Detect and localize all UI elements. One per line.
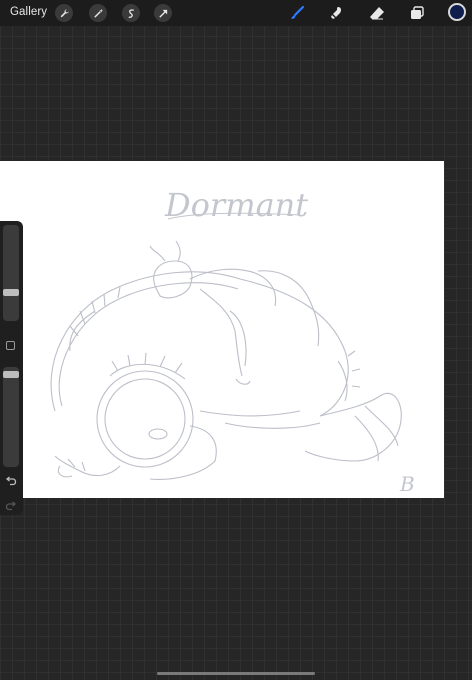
actions-button[interactable] [55,4,73,22]
gallery-button[interactable]: Gallery [10,6,47,18]
smudge-button[interactable] [328,4,346,22]
smudge-icon [331,7,342,19]
brush-button[interactable] [288,4,306,22]
layers-button[interactable] [408,4,426,22]
transform-arrow-icon [158,9,167,18]
magic-wand-icon [93,8,103,18]
artist-signature: B [399,472,415,496]
artwork-title: Dormant [164,186,308,224]
sketch-artwork: Dormant B [50,186,415,496]
opacity-slider[interactable] [3,367,19,467]
modify-button[interactable] [6,341,15,350]
eraser-button[interactable] [368,4,386,22]
brush-size-thumb[interactable] [3,289,19,296]
color-picker-button[interactable] [448,3,466,21]
brush-sidebar [0,221,23,515]
opacity-thumb[interactable] [3,371,19,378]
adjustments-button[interactable] [89,4,107,22]
drawing-canvas[interactable]: Dormant B [0,161,444,498]
top-toolbar: Gallery [0,0,472,26]
brush-size-slider[interactable] [3,225,19,321]
layers-icon [411,6,424,19]
eraser-icon [370,7,384,20]
transform-button[interactable] [154,4,172,22]
selection-button[interactable] [122,4,140,22]
selection-icon [128,8,134,18]
wrench-icon [60,8,69,17]
brush-icon [291,5,305,19]
redo-icon[interactable] [5,500,17,512]
undo-icon[interactable] [5,475,17,487]
home-indicator[interactable] [157,672,315,675]
